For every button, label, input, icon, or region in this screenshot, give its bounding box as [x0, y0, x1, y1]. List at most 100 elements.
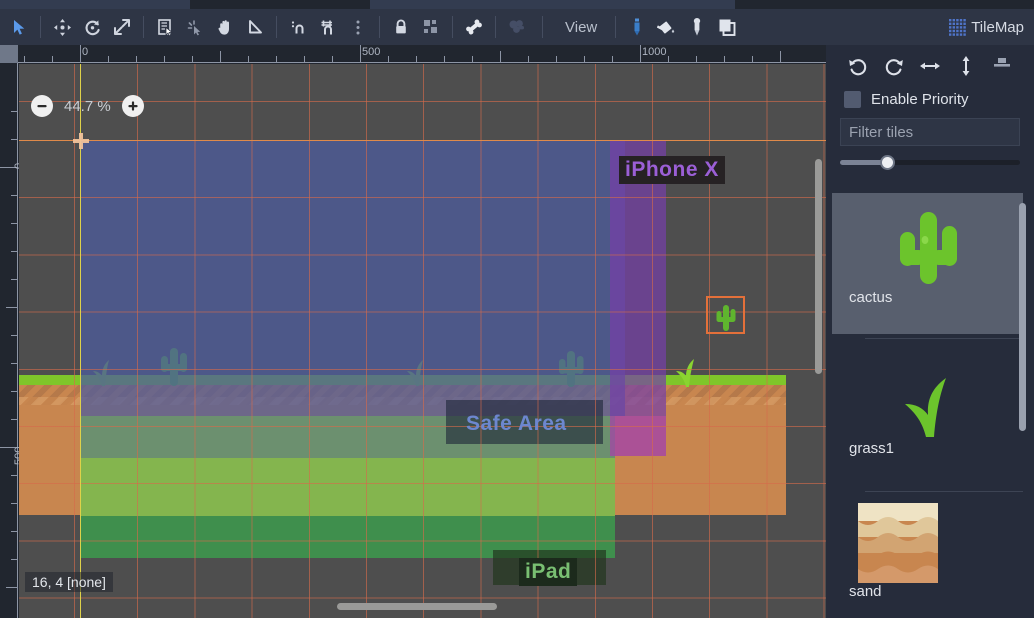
tab-slot-3[interactable]	[370, 0, 735, 9]
scale-tool[interactable]	[107, 12, 137, 42]
cactus-sprite-2	[557, 346, 585, 388]
click-point-icon	[186, 18, 205, 37]
enable-priority-checkbox[interactable]	[844, 91, 861, 108]
eyedropper-icon	[690, 17, 704, 37]
tile-item-sand[interactable]: sand	[832, 489, 1023, 618]
tile-list[interactable]: cactus grass1 sand	[826, 193, 1034, 618]
tilemap-grid-icon	[949, 18, 967, 36]
rotate-ccw-icon	[847, 55, 869, 77]
lock-icon	[392, 18, 410, 36]
tile-transform-toolbar	[826, 45, 1034, 87]
eyedropper-tool[interactable]	[682, 12, 712, 42]
snap-grid-toggle[interactable]	[313, 12, 343, 42]
cactus-sprite-1	[159, 342, 189, 387]
select-tool[interactable]	[4, 12, 34, 42]
toolbar-divider	[615, 16, 617, 38]
tile-item-cactus[interactable]: cactus	[832, 193, 1023, 334]
ruler-click-tool[interactable]	[180, 12, 210, 42]
duplicate-tool[interactable]	[712, 12, 742, 42]
thumbnail-size-slider[interactable]	[840, 154, 1020, 170]
rotate-left-button[interactable]	[845, 53, 871, 79]
origin-handle[interactable]	[73, 133, 89, 149]
list-select-tool[interactable]	[150, 12, 180, 42]
editor-mode-label: TileMap	[971, 18, 1024, 36]
ruler-label-x-1000: 1000	[642, 46, 667, 58]
flip-vertical-icon	[955, 55, 977, 77]
canvas-horizontal-scrollbar[interactable]	[337, 603, 497, 610]
x-axis-line	[19, 140, 826, 141]
flip-vertical-button[interactable]	[953, 53, 979, 79]
toolbar-divider	[379, 16, 380, 38]
clear-transform-button[interactable]	[989, 53, 1015, 79]
slider-knob[interactable]	[880, 154, 895, 170]
toolbar-divider	[542, 16, 543, 38]
main-toolbar: View TileMap	[0, 9, 1034, 45]
enable-priority-label: Enable Priority	[871, 91, 969, 108]
skeleton-ik-button[interactable]	[502, 12, 532, 42]
pan-tool[interactable]	[210, 12, 240, 42]
tab-slot-1[interactable]	[0, 0, 190, 9]
ik-chain-icon	[507, 17, 527, 37]
tile-list-scrollbar[interactable]	[1019, 203, 1026, 431]
scene-world: iPhone X Safe Area iPad 44.7 % 16, 4 [no…	[19, 64, 826, 618]
kebab-menu-icon	[355, 18, 361, 37]
move-tool[interactable]	[47, 12, 77, 42]
tile-thumbnail-sand	[832, 503, 1023, 583]
flip-horizontal-button[interactable]	[917, 53, 943, 79]
clear-transform-icon	[991, 55, 1013, 77]
enable-priority-row[interactable]: Enable Priority	[826, 87, 1034, 118]
pencil-icon	[629, 17, 645, 37]
paint-bucket-tool[interactable]	[652, 12, 682, 42]
rotate-tool[interactable]	[77, 12, 107, 42]
group-button[interactable]	[416, 12, 446, 42]
tile-name-sand: sand	[849, 583, 882, 600]
scene-viewport[interactable]: iPhone X Safe Area iPad 44.7 % 16, 4 [no…	[19, 64, 826, 618]
list-select-icon	[156, 18, 175, 37]
cursor-arrow-icon	[11, 19, 28, 36]
panel-bottom-strip	[826, 610, 1034, 618]
hand-icon	[216, 18, 235, 37]
view-menu-button[interactable]: View	[553, 15, 609, 40]
cactus-tile-placement[interactable]	[706, 296, 745, 334]
horizontal-ruler[interactable]: 0 500 1000	[18, 45, 826, 63]
filter-tiles-input[interactable]	[849, 123, 1034, 141]
canvas-area: 0 500 1000 0 500	[0, 45, 826, 618]
tab-slot-2-active[interactable]	[190, 0, 370, 9]
tile-divider	[865, 491, 1023, 492]
move-icon	[53, 18, 72, 37]
snap-mode-toggle[interactable]	[283, 12, 313, 42]
filter-tiles-box[interactable]	[840, 118, 1034, 146]
ruler-label-x-500: 500	[362, 46, 381, 58]
toolbar-divider	[143, 16, 144, 38]
rotate-cw-icon	[883, 55, 905, 77]
toolbar-divider	[452, 16, 453, 38]
zoom-in-button[interactable]	[121, 95, 144, 117]
tab-slot-4[interactable]	[735, 0, 1034, 9]
paint-pencil-tool[interactable]	[622, 12, 652, 42]
rotate-right-button[interactable]	[881, 53, 907, 79]
toolbar-divider	[40, 16, 41, 38]
ruler-label-x-0: 0	[82, 46, 89, 58]
flip-horizontal-icon	[919, 55, 941, 77]
skeleton-bone-button[interactable]	[459, 12, 489, 42]
snap-grid-icon	[319, 18, 338, 37]
editor-mode-badge: TileMap	[949, 18, 1024, 36]
lock-button[interactable]	[386, 12, 416, 42]
tile-palette-panel: Enable Priority Filter tiles cactus gras…	[826, 45, 1034, 618]
ipad-label: iPad	[519, 558, 578, 586]
safe-area-label: Safe Area	[466, 412, 567, 435]
snap-options-menu[interactable]	[343, 12, 373, 42]
zoom-out-button[interactable]	[31, 95, 53, 117]
tile-item-grass1[interactable]: grass1	[832, 334, 1023, 489]
grass-sprite	[91, 357, 115, 387]
bone-icon	[464, 17, 484, 37]
vertical-ruler[interactable]: 0 500	[0, 63, 25, 618]
bucket-fill-icon	[657, 17, 677, 37]
zoom-level-value: 44.7 %	[64, 97, 111, 115]
grass-sprite-2	[405, 357, 429, 387]
ruler-triangle-tool[interactable]	[240, 12, 270, 42]
canvas-vertical-scrollbar[interactable]	[815, 159, 822, 374]
editor-tab-strip	[0, 0, 1034, 9]
ruler-corner	[0, 45, 18, 63]
grass-sprite-3	[674, 356, 700, 388]
